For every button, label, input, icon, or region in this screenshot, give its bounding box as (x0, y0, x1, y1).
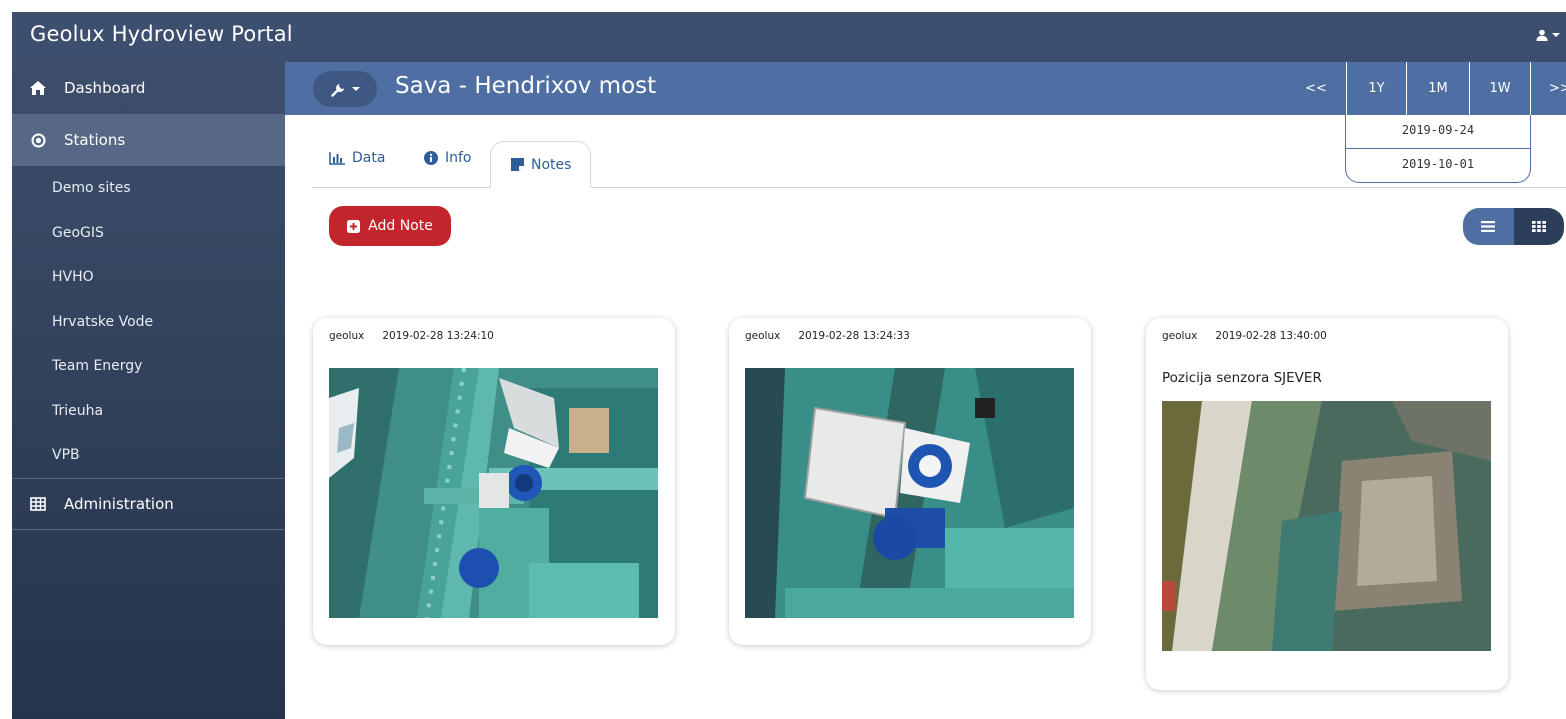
date-from[interactable]: 2019-09-24 (1346, 115, 1530, 148)
note-text: Pozicija senzora SJEVER (1162, 370, 1322, 386)
range-next-button[interactable]: >> (1530, 62, 1566, 115)
station-title: Sava - Hendrixov most (395, 73, 657, 99)
sidebar-item-label: Dashboard (64, 79, 146, 97)
sidebar-item-dashboard[interactable]: Dashboard (12, 62, 285, 114)
station-toolbar: Sava - Hendrixov most << 1Y 1M 1W >> (285, 62, 1566, 115)
note-card[interactable]: geolux 2019-02-28 13:40:00 Pozicija senz… (1146, 318, 1508, 690)
app-title[interactable]: Geolux Hydroview Portal (30, 22, 293, 46)
table-icon (30, 496, 46, 512)
add-note-label: Add Note (368, 218, 433, 234)
user-icon (1536, 29, 1548, 41)
sidebar-subitem-team-energy[interactable]: Team Energy (12, 344, 285, 389)
caret-down-icon (1552, 32, 1560, 38)
note-photo[interactable] (1162, 401, 1491, 651)
tab-notes[interactable]: Notes (490, 141, 591, 188)
date-range-display: 2019-09-24 2019-10-01 (1345, 115, 1531, 183)
view-mode-toggle (1463, 208, 1564, 245)
sidebar-item-label: Administration (64, 494, 174, 513)
range-prev-button[interactable]: << (1286, 62, 1346, 115)
sidebar-subitem-demo-sites[interactable]: Demo sites (12, 166, 285, 211)
note-author: geolux (1162, 330, 1198, 342)
dot-circle-icon (30, 132, 46, 148)
sidebar-subitem-hvho[interactable]: HVHO (12, 255, 285, 300)
tab-data[interactable]: Data (329, 150, 385, 166)
sidebar-subitem-vpb[interactable]: VPB (12, 433, 285, 478)
note-photo[interactable] (745, 368, 1074, 618)
note-timestamp: 2019-02-28 13:40:00 (1215, 330, 1327, 342)
top-navbar: Geolux Hydroview Portal (12, 12, 1566, 62)
note-timestamp: 2019-02-28 13:24:33 (798, 330, 910, 342)
bar-chart-icon (329, 151, 345, 165)
user-menu[interactable] (1536, 29, 1560, 41)
sidebar-item-label: Stations (64, 131, 126, 149)
list-view-button[interactable] (1463, 208, 1514, 245)
sidebar-subitem-trieuha[interactable]: Trieuha (12, 389, 285, 434)
tab-label: Data (352, 150, 386, 166)
tab-label: Info (445, 150, 472, 166)
note-author: geolux (329, 330, 365, 342)
range-1y-button[interactable]: 1Y (1346, 62, 1406, 115)
caret-down-icon (351, 86, 360, 92)
range-1m-button[interactable]: 1M (1406, 62, 1469, 115)
sidebar: Dashboard Stations Demo sites GeoGIS HVH… (12, 62, 285, 719)
note-meta: geolux 2019-02-28 13:40:00 (1162, 330, 1327, 342)
station-settings-button[interactable] (313, 71, 377, 107)
wrench-icon (330, 82, 346, 97)
range-1w-button[interactable]: 1W (1469, 62, 1530, 115)
grid-icon (1531, 221, 1546, 232)
add-note-button[interactable]: Add Note (329, 206, 451, 246)
note-author: geolux (745, 330, 781, 342)
date-to[interactable]: 2019-10-01 (1346, 148, 1530, 181)
info-circle-icon (424, 151, 438, 165)
note-timestamp: 2019-02-28 13:24:10 (382, 330, 494, 342)
sidebar-subitem-hrvatske-vode[interactable]: Hrvatske Vode (12, 300, 285, 345)
note-meta: geolux 2019-02-28 13:24:10 (329, 330, 494, 342)
tab-label: Notes (531, 156, 572, 173)
sidebar-item-stations[interactable]: Stations (12, 114, 285, 166)
note-photo[interactable] (329, 368, 658, 618)
sidebar-subitem-geogis[interactable]: GeoGIS (12, 211, 285, 256)
station-group-list: Demo sites GeoGIS HVHO Hrvatske Vode Tea… (12, 166, 285, 478)
note-meta: geolux 2019-02-28 13:24:33 (745, 330, 910, 342)
grid-view-button[interactable] (1513, 208, 1564, 245)
sticky-note-icon (511, 158, 524, 171)
plus-square-icon (347, 219, 361, 233)
note-card[interactable]: geolux 2019-02-28 13:24:10 (313, 318, 675, 645)
note-card[interactable]: geolux 2019-02-28 13:24:33 (729, 318, 1091, 645)
list-icon (1481, 221, 1496, 232)
time-range-buttons: << 1Y 1M 1W >> (1286, 62, 1566, 115)
home-icon (30, 80, 46, 96)
sidebar-item-administration[interactable]: Administration (12, 477, 285, 530)
tab-info[interactable]: Info (424, 150, 472, 166)
